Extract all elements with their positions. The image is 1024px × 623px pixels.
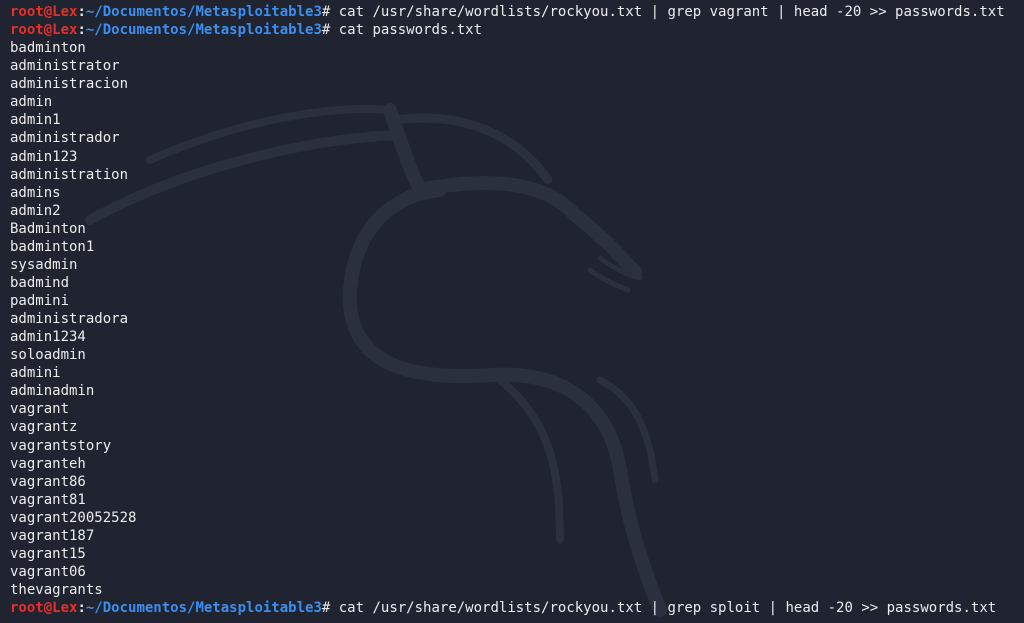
output-line: vagrantz	[10, 419, 78, 436]
output-line: vagrantstory	[10, 437, 112, 454]
output-line: admin	[10, 94, 53, 111]
output-line: admin123	[10, 148, 78, 165]
command-text: cat passwords.txt	[338, 22, 483, 39]
output-line: admins	[10, 184, 61, 201]
prompt-separator: :	[77, 4, 86, 20]
prompt-line: root@Lex:~/Documentos/Metasploitable3# c…	[10, 21, 1020, 39]
terminal-window[interactable]: root@Lex:~/Documentos/Metasploitable3# c…	[0, 0, 1024, 623]
prompt-symbol: #	[321, 22, 339, 39]
prompt-user-host: root@Lex	[10, 4, 78, 20]
command-text: cat /usr/share/wordlists/rockyou.txt | g…	[338, 600, 997, 617]
output-line: administration	[10, 166, 129, 183]
output-line: badminton1	[10, 238, 95, 255]
prompt-user-host: root@Lex	[10, 22, 78, 39]
output-line: administradora	[10, 311, 129, 328]
output-line: admin1234	[10, 329, 86, 346]
output-line: vagrant15	[10, 545, 86, 562]
prompt-line: root@Lex:~/Documentos/Metasploitable3# c…	[10, 599, 1020, 617]
prompt-path: ~/Documentos/Metasploitable3	[85, 600, 322, 617]
output-line: vagrant81	[10, 491, 86, 508]
output-line: sysadmin	[10, 256, 78, 273]
prompt-separator: :	[77, 22, 86, 39]
output-line: padmini	[10, 293, 70, 309]
output-line: admin2	[10, 202, 61, 219]
output-line: admini	[10, 365, 61, 382]
prompt-path: ~/Documentos/Metasploitable3	[85, 22, 322, 39]
prompt-user-host: root@Lex	[10, 600, 78, 617]
prompt-symbol: #	[321, 4, 339, 20]
output-line: admin1	[10, 112, 61, 129]
output-line: badminton	[10, 40, 86, 57]
output-line: administracion	[10, 76, 129, 93]
output-line: adminadmin	[10, 383, 95, 400]
output-line: thevagrants	[10, 582, 103, 598]
output-line: vagrant20052528	[10, 509, 137, 526]
output-line: vagrant86	[10, 473, 86, 490]
prompt-line: root@Lex:~/Documentos/Metasploitable3# c…	[10, 3, 1020, 21]
output-line: Badminton	[10, 220, 86, 237]
output-line: soloadmin	[10, 347, 86, 364]
output-line: vagrant	[10, 401, 70, 418]
output-line: vagrant06	[10, 563, 86, 580]
prompt-path: ~/Documentos/Metasploitable3	[85, 4, 322, 20]
output-line: administrador	[10, 130, 120, 147]
output-line: vagrant187	[10, 527, 95, 544]
output-line: badmind	[10, 274, 70, 291]
prompt-symbol: #	[321, 600, 339, 617]
terminal-output[interactable]: root@Lex:~/Documentos/Metasploitable3# c…	[10, 3, 1020, 617]
prompt-separator: :	[77, 600, 86, 617]
command-text: cat /usr/share/wordlists/rockyou.txt | g…	[338, 4, 1005, 20]
output-line: vagranteh	[10, 455, 86, 472]
output-line: administrator	[10, 58, 120, 75]
